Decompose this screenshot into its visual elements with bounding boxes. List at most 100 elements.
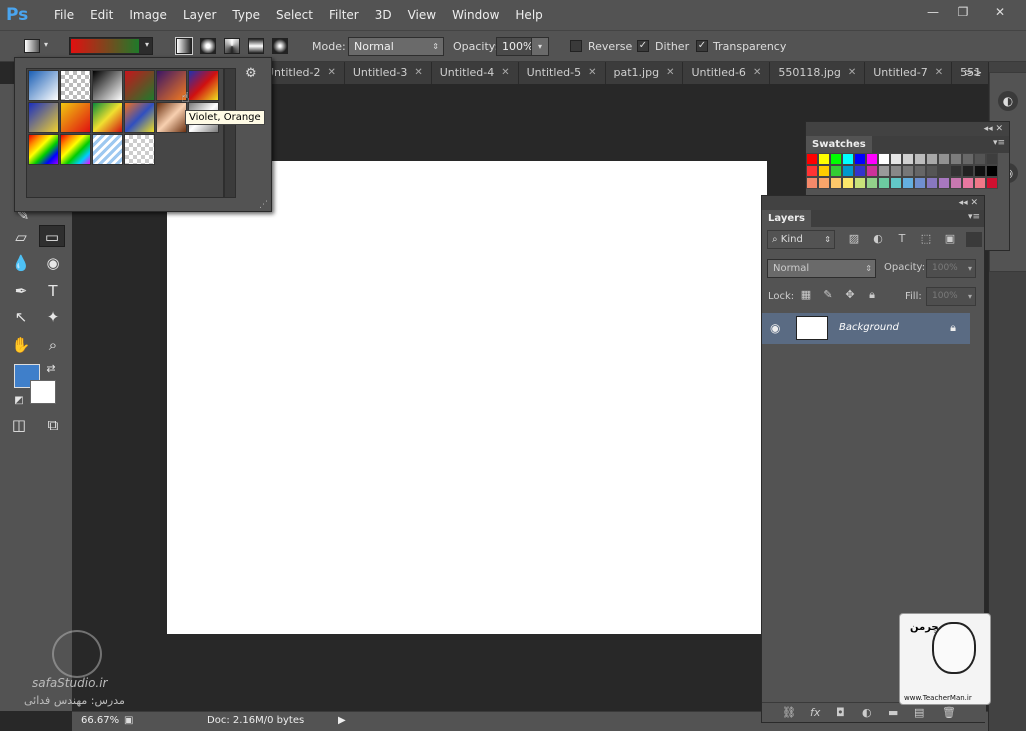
color-swatch[interactable] bbox=[818, 153, 830, 165]
color-swatch[interactable] bbox=[914, 165, 926, 177]
eraser-tool-icon[interactable]: ▱ bbox=[8, 226, 34, 248]
trash-icon[interactable]: 🗑︎ bbox=[942, 706, 956, 719]
color-swatch[interactable] bbox=[866, 153, 878, 165]
layer-opacity-input[interactable]: 100% ▾ bbox=[926, 259, 976, 278]
gradient-preset[interactable] bbox=[60, 102, 91, 133]
menu-file[interactable]: File bbox=[46, 0, 82, 30]
blend-mode-select[interactable]: Normal ⇕ bbox=[767, 259, 876, 278]
color-swatch[interactable] bbox=[806, 153, 818, 165]
color-swatch[interactable] bbox=[914, 153, 926, 165]
restore-button[interactable]: ❐ bbox=[948, 2, 978, 22]
resize-handle-icon[interactable]: ⋰ bbox=[259, 200, 268, 210]
document-canvas[interactable] bbox=[167, 161, 767, 634]
dither-checkbox[interactable]: ✓ bbox=[637, 40, 649, 52]
color-swatch[interactable] bbox=[806, 177, 818, 189]
new-layer-icon[interactable]: ▤ bbox=[914, 706, 924, 719]
gradient-preset[interactable] bbox=[60, 134, 91, 165]
blur-tool-icon[interactable]: 💧 bbox=[8, 252, 34, 274]
menu-layer[interactable]: Layer bbox=[175, 0, 224, 30]
opacity-input[interactable]: 100% bbox=[496, 37, 533, 56]
layer-row-background[interactable]: ◉ Background 🔒︎ bbox=[762, 313, 970, 344]
tab-untitled-4[interactable]: Untitled-4 ✕ bbox=[432, 62, 519, 84]
reverse-checkbox[interactable] bbox=[570, 40, 582, 52]
default-colors-icon[interactable]: ◩ bbox=[6, 390, 32, 412]
color-swatch[interactable] bbox=[890, 165, 902, 177]
color-swatch[interactable] bbox=[890, 177, 902, 189]
tab-untitled-6[interactable]: Untitled-6 ✕ bbox=[683, 62, 771, 84]
gradient-preset[interactable] bbox=[92, 134, 123, 165]
close-icon[interactable]: ✕ bbox=[501, 62, 509, 84]
gradient-preset[interactable] bbox=[92, 70, 123, 101]
tab-untitled-3[interactable]: Untitled-3 ✕ bbox=[345, 62, 432, 84]
color-swatch[interactable] bbox=[842, 177, 854, 189]
folder-icon[interactable]: ▬ bbox=[888, 706, 898, 719]
color-swatch[interactable] bbox=[926, 177, 938, 189]
color-swatch[interactable] bbox=[914, 177, 926, 189]
adjustments-icon[interactable]: ◐ bbox=[998, 91, 1018, 111]
color-swatch[interactable] bbox=[866, 165, 878, 177]
mode-select[interactable]: Normal ⇕ bbox=[348, 37, 444, 56]
color-swatch[interactable] bbox=[878, 177, 890, 189]
color-swatch[interactable] bbox=[926, 165, 938, 177]
panel-menu-icon[interactable]: ▾≡ bbox=[993, 138, 1005, 148]
color-swatch[interactable] bbox=[866, 177, 878, 189]
smart-object-filter-icon[interactable]: ▣ bbox=[942, 232, 958, 247]
gradient-preset[interactable] bbox=[124, 70, 155, 101]
color-swatch[interactable] bbox=[890, 153, 902, 165]
dodge-tool-icon[interactable]: ◉ bbox=[40, 252, 66, 274]
adjustment-layer-icon[interactable]: ◐ bbox=[862, 706, 872, 719]
type-filter-icon[interactable]: T bbox=[894, 232, 910, 247]
menu-filter[interactable]: Filter bbox=[321, 0, 367, 30]
tab-swatches[interactable]: Swatches bbox=[806, 136, 872, 153]
close-icon[interactable]: ✕ bbox=[666, 62, 674, 84]
color-swatch[interactable] bbox=[986, 153, 998, 165]
menu-help[interactable]: Help bbox=[507, 0, 550, 30]
color-swatch[interactable] bbox=[962, 153, 974, 165]
tab-untitled-7[interactable]: Untitled-7 ✕ bbox=[865, 62, 953, 84]
menu-view[interactable]: View bbox=[400, 0, 444, 30]
menu-3d[interactable]: 3D bbox=[367, 0, 400, 30]
color-swatch[interactable] bbox=[902, 177, 914, 189]
color-swatch[interactable] bbox=[926, 153, 938, 165]
eye-icon[interactable]: ◉ bbox=[770, 321, 780, 335]
chevron-down-icon[interactable]: ▾ bbox=[44, 40, 48, 49]
menu-type[interactable]: Type bbox=[224, 0, 268, 30]
color-swatch[interactable] bbox=[854, 153, 866, 165]
gradient-preset[interactable] bbox=[156, 102, 187, 133]
lock-transparent-icon[interactable]: ▦ bbox=[798, 288, 814, 303]
path-selection-tool-icon[interactable]: ↖ bbox=[8, 306, 34, 328]
pen-tool-icon[interactable]: ✒ bbox=[8, 280, 34, 302]
color-swatch[interactable] bbox=[938, 177, 950, 189]
mask-icon[interactable]: ◘ bbox=[836, 706, 845, 719]
color-swatch[interactable] bbox=[830, 153, 842, 165]
quick-mask-icon[interactable]: ◫ bbox=[6, 414, 32, 436]
gradient-preset[interactable] bbox=[28, 102, 59, 133]
close-button[interactable]: ✕ bbox=[978, 2, 1022, 22]
tab-untitled-5[interactable]: Untitled-5 ✕ bbox=[519, 62, 606, 84]
adjustment-filter-icon[interactable]: ◐ bbox=[870, 232, 886, 247]
zoom-tool-icon[interactable]: ⌕ bbox=[40, 334, 66, 356]
panel-collapse-bar[interactable]: ◂◂ ✕ bbox=[806, 122, 1009, 136]
color-swatch[interactable] bbox=[818, 165, 830, 177]
angle-gradient-button[interactable] bbox=[224, 38, 240, 54]
color-swatch[interactable] bbox=[986, 177, 998, 189]
fill-input[interactable]: 100% ▾ bbox=[926, 287, 976, 306]
gradient-scrollbar[interactable] bbox=[224, 68, 236, 198]
color-swatch[interactable] bbox=[842, 153, 854, 165]
color-swatch[interactable] bbox=[950, 165, 962, 177]
tab-550118[interactable]: 550118.jpg ✕ bbox=[770, 62, 866, 84]
color-swatch[interactable] bbox=[986, 165, 998, 177]
close-icon[interactable]: ✕ bbox=[935, 62, 943, 84]
reflected-gradient-button[interactable] bbox=[248, 38, 264, 54]
color-swatch[interactable] bbox=[950, 177, 962, 189]
diamond-gradient-button[interactable] bbox=[272, 38, 288, 54]
tab-overflow-button[interactable]: >> bbox=[958, 62, 988, 84]
minimize-button[interactable]: — bbox=[918, 2, 948, 22]
shape-filter-icon[interactable]: ⬚ bbox=[918, 232, 934, 247]
layer-filter-select[interactable]: ⌕ Kind ⇕ bbox=[767, 230, 835, 249]
status-menu-button[interactable]: ▶ bbox=[338, 715, 346, 726]
tool-preset-picker[interactable] bbox=[24, 39, 40, 53]
color-swatch[interactable] bbox=[974, 177, 986, 189]
color-swatch[interactable] bbox=[962, 177, 974, 189]
hand-tool-icon[interactable]: ✋ bbox=[8, 334, 34, 356]
